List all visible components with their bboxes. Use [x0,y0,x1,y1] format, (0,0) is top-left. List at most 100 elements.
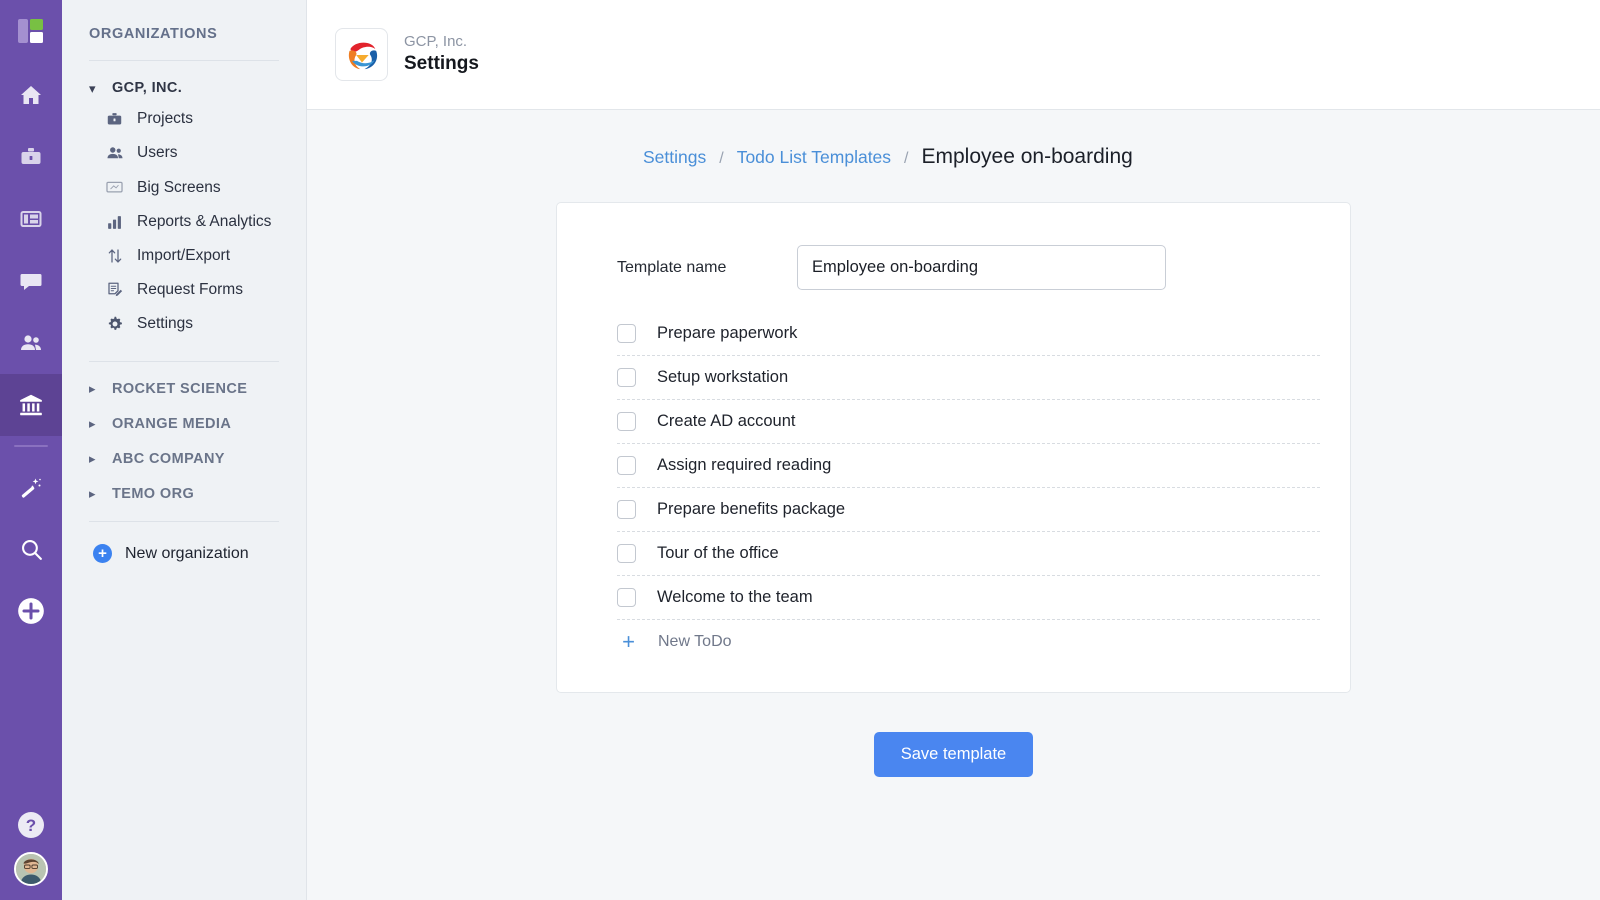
help-icon[interactable]: ? [18,812,44,838]
plus-circle-icon: + [93,544,112,563]
rail-item-chat[interactable] [0,250,62,312]
org-header-rocket-science[interactable]: ▸ ROCKET SCIENCE [62,362,306,397]
todo-checkbox[interactable] [617,368,636,387]
template-name-input[interactable] [797,245,1166,290]
sidebar-item-label: Users [137,144,178,161]
top-header: GCP, Inc. Settings [307,0,1600,110]
todo-label: Create AD account [657,412,796,430]
breadcrumb-separator: / [719,150,724,167]
sidebar-item-import-export[interactable]: Import/Export [62,239,306,273]
todo-row[interactable]: Create AD account [617,400,1320,444]
new-todo-label: New ToDo [658,633,732,650]
search-icon [19,537,44,562]
template-editor-card: Template name Prepare paperwork Setup wo… [556,202,1351,693]
todo-row[interactable]: Setup workstation [617,356,1320,400]
sidebar-item-label: Big Screens [137,178,221,196]
new-organization-button[interactable]: + New organization [62,522,306,563]
new-organization-label: New organization [125,544,249,562]
org-name-label: ROCKET SCIENCE [112,381,248,397]
sidebar-item-label: Settings [137,315,194,332]
briefcase-icon [19,145,43,169]
new-todo-button[interactable]: + New ToDo [617,620,1320,664]
home-icon [19,83,43,107]
rail-item-create[interactable] [0,580,62,642]
todo-row[interactable]: Prepare benefits package [617,488,1320,532]
todo-checkbox[interactable] [617,588,636,607]
org-subtitle: GCP, Inc. [404,32,468,50]
sidebar-title: ORGANIZATIONS [89,26,218,42]
plus-circle-icon [17,597,45,625]
todo-row[interactable]: Tour of the office [617,532,1320,576]
users-icon [105,144,124,162]
sidebar-item-projects[interactable]: Projects [62,102,306,136]
card-area: Template name Prepare paperwork Setup wo… [307,169,1600,777]
sidebar-item-big-screens[interactable]: Big Screens [62,170,306,205]
breadcrumb-current: Employee on-boarding [921,145,1133,168]
todo-row[interactable]: Prepare paperwork [617,312,1320,356]
chevron-right-icon: ▸ [89,381,96,396]
magic-wand-icon [19,475,43,499]
todo-label: Prepare paperwork [657,324,798,342]
todo-checkbox[interactable] [617,324,636,343]
todo-row[interactable]: Welcome to the team [617,576,1320,620]
rail-item-search[interactable] [0,518,62,580]
main-content: GCP, Inc. Settings Settings / Todo List … [307,0,1600,900]
todo-label: Prepare benefits package [657,500,846,518]
sidebar-item-settings[interactable]: Settings [62,307,306,341]
rail-item-projects[interactable] [0,126,62,188]
rail-item-automation[interactable] [0,456,62,518]
org-header-temo-org[interactable]: ▸ TEMO ORG [62,467,306,502]
sidebar-item-label: Import/Export [137,247,231,264]
rail-item-dashboards[interactable] [0,188,62,250]
dashboard-icon [19,207,43,231]
org-header-gcp[interactable]: ▾ GCP, INC. [62,61,306,96]
breadcrumb-link-settings[interactable]: Settings [643,147,706,168]
breadcrumb-link-todo-list-templates[interactable]: Todo List Templates [737,147,891,168]
rail-bottom-group: ? [14,812,48,900]
chevron-right-icon: ▸ [89,451,96,466]
rail-item-organizations[interactable] [0,374,62,436]
todo-checkbox[interactable] [617,412,636,431]
todo-checkbox[interactable] [617,456,636,475]
org-name-label: TEMO ORG [112,486,195,502]
rail-divider [14,445,48,447]
org-name-label: ORANGE MEDIA [112,416,232,432]
briefcase-icon [105,111,124,128]
rail-item-home[interactable] [0,64,62,126]
sidebar-item-label: Request Forms [137,281,243,298]
gear-icon [105,315,124,333]
bar-chart-icon [105,214,124,231]
chevron-right-icon: ▸ [89,416,96,431]
save-button-wrap: Save template [873,693,1034,777]
save-template-button[interactable]: Save template [873,732,1034,777]
org-header-abc-company[interactable]: ▸ ABC COMPANY [62,432,306,467]
template-name-row: Template name [587,245,1320,312]
sidebar-item-users[interactable]: Users [62,136,306,170]
chat-icon [19,269,43,293]
rail-item-people[interactable] [0,312,62,374]
breadcrumb-separator: / [904,150,909,167]
sidebar-item-reports-analytics[interactable]: Reports & Analytics [62,205,306,239]
brand-text-group: GCP, Inc. Settings [404,32,479,77]
chevron-right-icon: ▸ [89,486,96,501]
people-icon [19,331,43,355]
avatar[interactable] [14,852,48,886]
todo-list: Prepare paperwork Setup workstation Crea… [587,312,1320,664]
todo-label: Welcome to the team [657,588,813,606]
org-header-orange-media[interactable]: ▸ ORANGE MEDIA [62,397,306,432]
todo-checkbox[interactable] [617,544,636,563]
organizations-sidebar: ORGANIZATIONS ▾ GCP, INC. Projects Users… [62,0,307,900]
app-logo[interactable] [14,14,48,48]
plus-icon: + [622,629,635,654]
page-title: Settings [404,53,479,75]
screen-icon [105,178,124,197]
breadcrumb-wrap: Settings / Todo List Templates / Employe… [307,110,1600,169]
org-nav-list: Projects Users Big Screens Reports & Ana… [62,96,306,341]
todo-row[interactable]: Assign required reading [617,444,1320,488]
arrows-updown-icon [105,247,124,265]
icon-rail: ? [0,0,62,900]
org-name-label: GCP, INC. [112,80,183,96]
sidebar-item-request-forms[interactable]: Request Forms [62,273,306,307]
todo-checkbox[interactable] [617,500,636,519]
todo-label: Assign required reading [657,456,832,474]
